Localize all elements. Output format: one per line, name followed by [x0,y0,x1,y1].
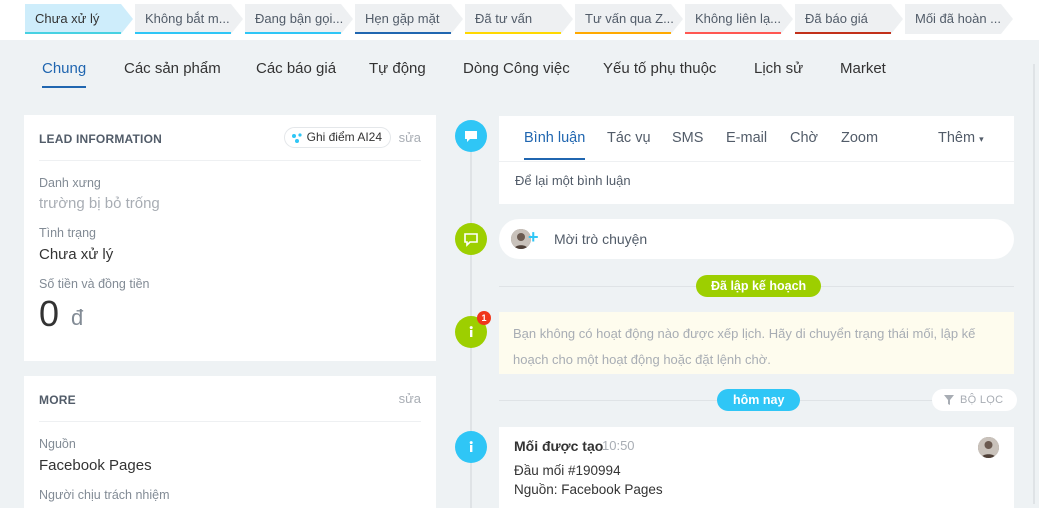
stage-label: Tư vấn qua Z... [585,11,674,26]
field-label-source: Nguồn [39,437,76,451]
invite-chat-row[interactable]: + Mời trò chuyện [499,219,1014,259]
stage-label: Đã báo giá [805,11,868,26]
field-label-responsible: Người chịu trách nhiệm [39,488,170,502]
edit-link[interactable]: sửa [399,391,421,406]
card-header: MORE sửa [39,376,421,422]
field-value-source[interactable]: Facebook Pages [39,457,152,474]
amount-value[interactable]: 0 [39,293,59,335]
filter-label: BỘ LỌC [960,394,1004,406]
card-title: LEAD INFORMATION [39,132,162,146]
stage-label: Đang bận gọi... [255,11,344,26]
edit-link[interactable]: sửa [399,130,421,145]
comment-input[interactable]: Để lại một bình luận [515,173,631,188]
chevron-down-icon: ▾ [979,134,984,144]
editor-tab-wait[interactable]: Chờ [790,130,818,146]
stage-8[interactable]: Đã báo giá [795,4,903,34]
stage-bar: Chưa xử lý Không bắt m... Đang bận gọi..… [0,0,1039,40]
editor-tab-zoom[interactable]: Zoom [841,130,878,146]
info-stream-icon [455,431,487,463]
filter-button[interactable]: BỘ LỌC [932,389,1018,411]
editor-tab-comment[interactable]: Bình luận [524,130,586,160]
field-value-status[interactable]: Chưa xử lý [39,246,113,263]
tab-history[interactable]: Lịch sử [754,60,803,77]
chat-stream-icon [455,223,487,255]
field-label-status: Tình trạng [39,226,96,240]
currency-symbol: đ [71,305,84,330]
ai-score-icon [291,133,302,143]
tab-dependencies[interactable]: Yếu tố phụ thuộc [603,60,716,77]
tab-products[interactable]: Các sản phẩm [124,60,221,77]
card-header: LEAD INFORMATION Ghi điểm AI24 sửa [39,115,421,161]
notification-badge: 1 [477,311,491,325]
activity-editor: Bình luận Tác vụ SMS E-mail Chờ Zoom Thê… [499,116,1014,204]
stage-label: Không liên lạ... [695,11,782,26]
stage-2[interactable]: Không bắt m... [135,4,243,34]
tab-quotes[interactable]: Các báo giá [256,60,336,77]
stage-1[interactable]: Chưa xử lý [25,4,133,34]
planned-label: Đã lập kế hoạch [696,275,822,297]
page-scrollbar[interactable] [1029,40,1039,508]
lead-info-card: LEAD INFORMATION Ghi điểm AI24 sửa Danh … [24,115,436,361]
tab-workflow[interactable]: Dòng Công việc [463,60,570,77]
stage-7[interactable]: Không liên lạ... [685,4,793,34]
stage-label: Đã tư vấn [475,11,533,26]
stage-label: Mối đã hoàn ... [915,11,1001,26]
editor-divider [499,161,1014,162]
more-label: Thêm [938,130,976,146]
activity-time: 10:50 [602,438,635,453]
activity-title: Mối được tạo [514,438,604,454]
activity-item: Mối được tạo 10:50 Đầu mối #190994 Nguồn… [499,427,1014,508]
invite-chat-label: Mời trò chuyện [554,231,648,247]
stage-5[interactable]: Đã tư vấn [465,4,573,34]
stage-9[interactable]: Mối đã hoàn ... [905,4,1013,34]
field-label-amount: Số tiền và đồng tiền [39,277,150,291]
editor-more-button[interactable]: Thêm ▾ [938,130,984,146]
stage-label: Không bắt m... [145,11,230,26]
editor-tab-email[interactable]: E-mail [726,130,767,146]
add-icon: + [528,227,539,247]
activity-source: Nguồn: Facebook Pages [514,482,663,497]
filter-icon [944,395,954,405]
ai-score-button[interactable]: Ghi điểm AI24 [283,127,391,148]
field-label-salutation: Danh xưng [39,176,101,190]
planned-notice: Bạn không có hoạt động nào được xếp lịch… [499,312,1014,374]
editor-tab-task[interactable]: Tác vụ [607,130,651,146]
avatar[interactable] [978,437,999,458]
more-card: MORE sửa Nguồn Facebook Pages Người chịu… [24,376,436,508]
tab-automation[interactable]: Tự động [369,60,426,77]
scrollbar[interactable] [1029,0,1039,40]
stage-label: Chưa xử lý [35,11,100,26]
stage-4[interactable]: Hẹn gặp mặt [355,4,463,34]
tab-market[interactable]: Market [840,60,886,77]
scroll-thumb[interactable] [1033,64,1035,504]
stage-3[interactable]: Đang bận gọi... [245,4,353,34]
stage-6[interactable]: Tư vấn qua Z... [575,4,683,34]
tab-general[interactable]: Chung [42,60,87,88]
notice-text: Bạn không có hoạt động nào được xếp lịch… [513,326,976,367]
ai-score-label: Ghi điểm AI24 [306,130,382,144]
today-label: hôm nay [717,389,801,411]
editor-tab-sms[interactable]: SMS [672,130,703,146]
comment-stream-icon [455,120,487,152]
stage-label: Hẹn gặp mặt [365,11,440,26]
field-value-salutation[interactable]: trường bị bỏ trống [39,195,160,212]
card-title: MORE [39,393,76,407]
activity-detail: Đầu mối #190994 [514,463,621,478]
